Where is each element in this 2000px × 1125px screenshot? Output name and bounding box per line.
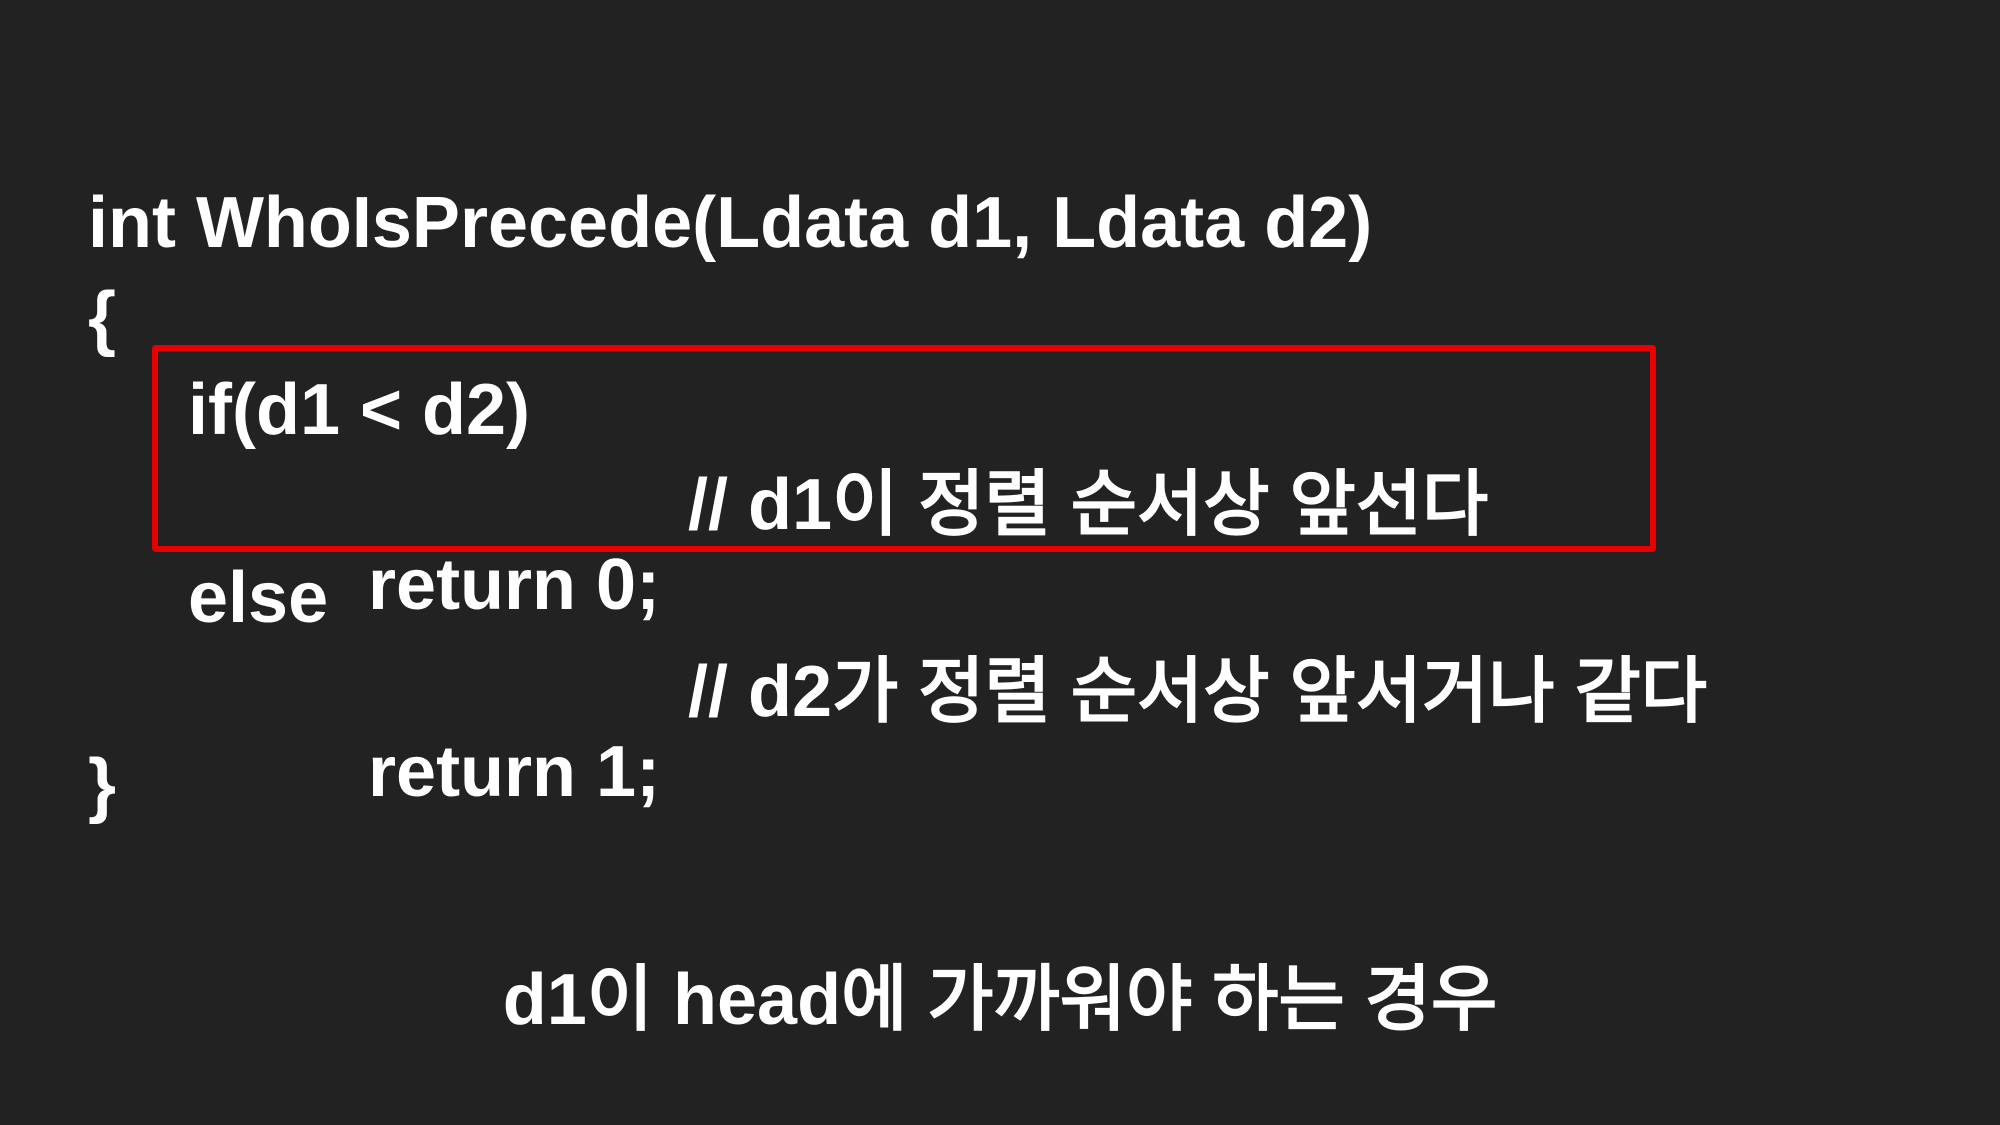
caption: d1이 head에 가까워야 하는 경우 — [502, 960, 1498, 1040]
highlight-box — [152, 345, 1656, 552]
function-signature: int WhoIsPrecede(Ldata d1, Ldata d2) — [88, 183, 1373, 263]
return-zero-statement: return 0; — [368, 545, 661, 625]
close-brace: } — [88, 745, 117, 825]
return-one-statement: return 1; — [368, 732, 661, 812]
open-brace: { — [88, 278, 117, 358]
return-one-line: return 1; // d2가 정렬 순서상 앞서거나 같다 — [288, 652, 1707, 972]
return-one-comment: // d2가 정렬 순서상 앞서거나 같다 — [688, 652, 1707, 732]
else-line: else — [188, 558, 329, 638]
